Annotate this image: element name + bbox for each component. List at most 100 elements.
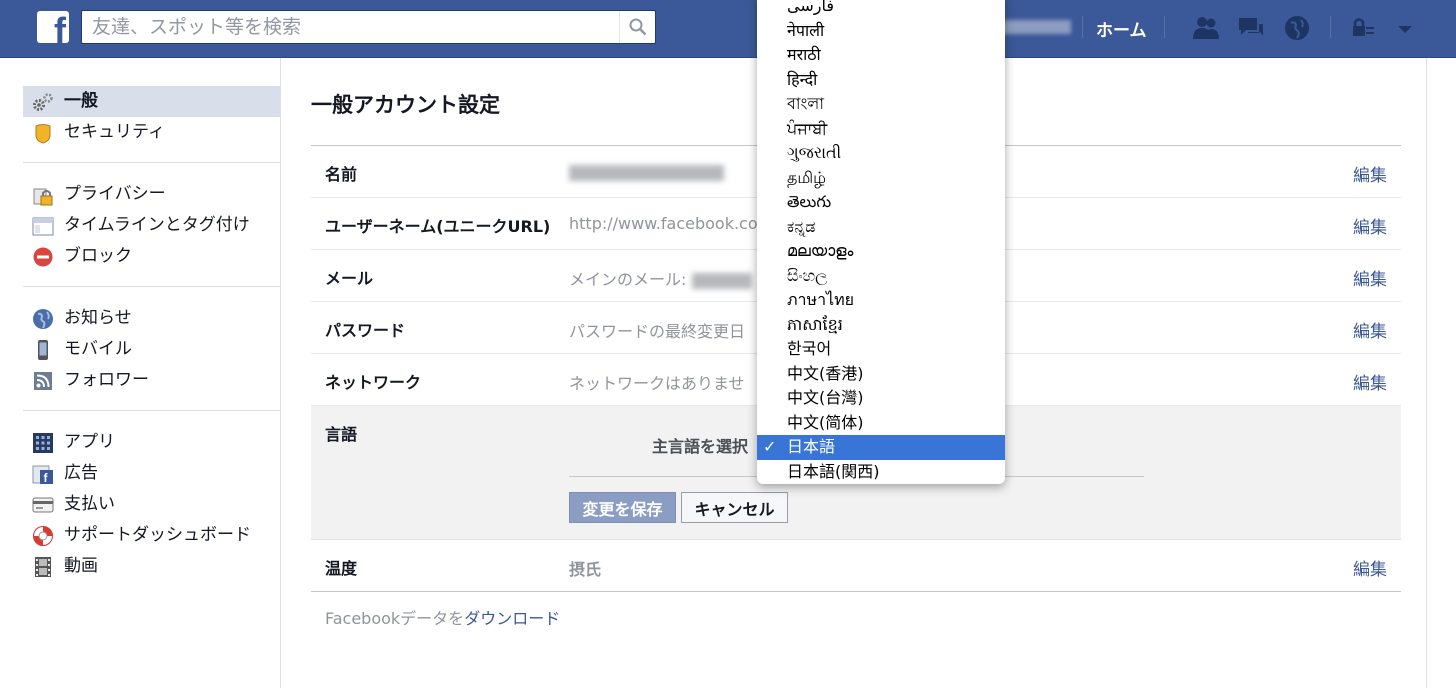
language-option-label: 中文(香港) [787,363,864,383]
search-button[interactable] [619,11,655,43]
sidebar-group-notifications: お知らせ モバイル フォロワー [23,303,280,411]
sidebar-item-label: セキュリティ [64,122,165,142]
language-option[interactable]: తెలుగు [757,190,1005,215]
language-option[interactable]: ગુજરાતી [757,141,1005,166]
language-option[interactable]: 中文(香港) [757,362,1005,387]
language-option-label: বাংলা [787,94,824,113]
language-option[interactable]: فارسی [757,0,1005,19]
setting-label: ユーザーネーム(ユニークURL) [325,217,551,236]
language-option[interactable]: मराठी [757,43,1005,68]
language-option-label: فارسی [787,0,834,15]
sidebar-item-notifications[interactable]: お知らせ [23,303,280,334]
setting-value: メインのメール: [569,266,752,290]
globe-icon [32,308,54,330]
sidebar-item-label: プライバシー [64,184,166,204]
download-data-link[interactable]: ダウンロード [464,609,560,628]
sidebar-item-security[interactable]: セキュリティ [23,117,280,148]
sidebar-item-timeline-tagging[interactable]: タイムラインとタグ付け [23,210,280,241]
primary-language-prompt: 主言語を選択 [652,437,749,456]
language-option-label: മലയാളം [787,241,854,260]
redacted-email [691,272,752,289]
divider [1082,16,1083,38]
edit-name-link[interactable]: 編集 [1353,161,1387,186]
cancel-button[interactable]: キャンセル [681,492,788,523]
apps-grid-icon [32,432,54,454]
language-option-label: ગુજરાતી [787,143,842,162]
language-option-label: தமிழ் [787,167,827,187]
sidebar-item-mobile[interactable]: モバイル [23,334,280,365]
language-option-label: 中文(简体) [787,412,864,432]
setting-label: 名前 [325,165,358,184]
sidebar-item-block[interactable]: ブロック [23,241,280,272]
sidebar-item-privacy[interactable]: プライバシー [23,179,280,210]
settings-sidebar: 一般 セキュリティ プライバシー タイムラインとタグ付け ブロック お知らせ モ… [23,86,280,612]
rss-feed-icon [32,370,54,392]
page-title: 一般アカウント設定 [311,93,500,117]
language-option-label: සිංහල [787,265,828,285]
language-option-label: ਪੰਜਾਬੀ [787,118,828,138]
sidebar-item-payments[interactable]: 支払い [23,489,280,520]
search-input[interactable] [82,11,622,43]
account-menu-chevron-icon[interactable] [1390,14,1412,42]
language-option[interactable]: हिन्दी [757,68,1005,93]
language-option-label: नेपाली [787,20,825,40]
friend-requests-icon[interactable] [1191,14,1221,42]
language-option[interactable]: 中文(台灣) [757,386,1005,411]
setting-value-redacted [569,162,724,181]
home-link[interactable]: ホーム [1096,16,1147,41]
language-option[interactable]: தமிழ் [757,166,1005,191]
language-option[interactable]: 한국어 [757,337,1005,362]
setting-value: パスワードの最終変更日 [569,322,746,341]
facebook-logo[interactable]: f [37,11,69,43]
sidebar-item-support-dashboard[interactable]: サポートダッシュボード [23,520,280,551]
language-option-label: తెలుగు [787,192,832,211]
sidebar-divider [280,58,281,688]
language-option[interactable]: ភាសាខ្មែរ [757,313,1005,338]
language-option-label: 한국어 [787,339,832,358]
save-changes-button[interactable]: 変更を保存 [569,492,676,523]
lifebuoy-icon [32,525,54,547]
sidebar-group-account: 一般 セキュリティ [23,86,280,163]
sidebar-item-label: 一般 [64,91,98,111]
sidebar-item-videos[interactable]: 動画 [23,551,280,582]
sidebar-item-label: お知らせ [64,308,132,328]
language-option[interactable]: 中文(简体) [757,411,1005,436]
block-icon [32,246,54,268]
timeline-icon [32,215,54,237]
sidebar-item-label: サポートダッシュボード [64,525,251,545]
sidebar-item-apps[interactable]: アプリ [23,427,280,458]
sidebar-item-followers[interactable]: フォロワー [23,365,280,396]
language-option-label: मराठी [787,45,821,64]
edit-network-link[interactable]: 編集 [1353,369,1387,394]
privacy-shortcut-icon[interactable] [1348,14,1378,42]
language-option-label: 日本語(関西) [787,461,880,481]
top-navigation-bar: f ホーム [0,0,1456,58]
language-select-dropdown[interactable]: فارسی नेपाली मराठी हिन्दी বাংলা ਪੰਜਾਬੀ ગુજરાતી… [757,0,1005,484]
sidebar-item-general[interactable]: 一般 [23,86,280,117]
language-option[interactable]: ਪੰਜਾਬੀ [757,117,1005,142]
language-option[interactable]: සිංහල [757,264,1005,289]
mobile-phone-icon [32,339,54,361]
language-option[interactable]: ภาษาไทย [757,288,1005,313]
language-option[interactable]: नेपाली [757,19,1005,44]
edit-temperature-link[interactable]: 編集 [1353,555,1387,580]
notifications-globe-icon[interactable] [1282,14,1312,42]
language-option-label: ಕನ್ನಡ [787,216,816,236]
edit-password-link[interactable]: 編集 [1353,317,1387,342]
setting-row-temperature[interactable]: 温度 摂氏 編集 [311,540,1401,592]
language-option[interactable]: ✓ 日本語 [757,435,1005,460]
content-border [1426,58,1427,688]
language-option[interactable]: ಕನ್ನಡ [757,215,1005,240]
sidebar-item-ads[interactable]: f 広告 [23,458,280,489]
edit-email-link[interactable]: 編集 [1353,265,1387,290]
sidebar-item-label: 動画 [64,556,98,576]
sidebar-item-label: モバイル [64,339,132,359]
language-option[interactable]: 日本語(関西) [757,460,1005,485]
language-option[interactable]: বাংলা [757,92,1005,117]
search-icon [629,18,647,36]
language-option[interactable]: മലയാളം [757,239,1005,264]
edit-username-link[interactable]: 編集 [1353,213,1387,238]
messages-icon[interactable] [1236,14,1266,42]
setting-label: メール [325,269,374,288]
sidebar-item-label: アプリ [64,432,115,452]
